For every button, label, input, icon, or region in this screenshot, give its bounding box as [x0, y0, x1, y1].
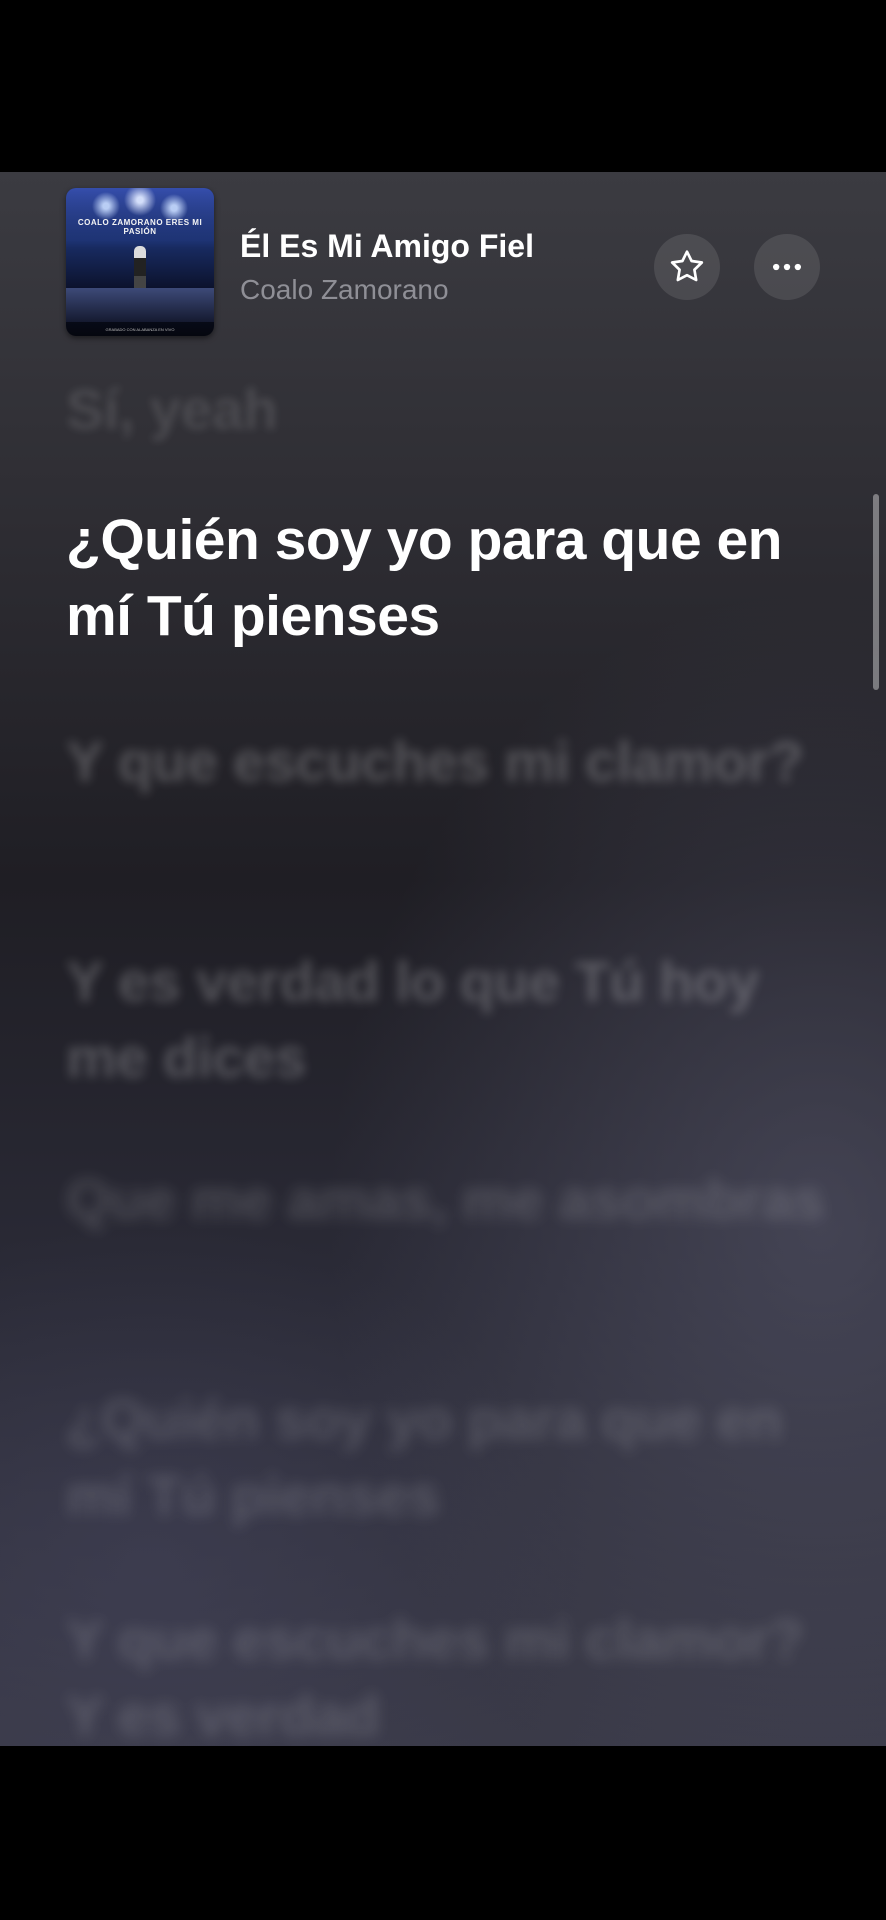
album-art-stage	[66, 288, 214, 322]
favorite-button[interactable]	[654, 234, 720, 300]
lyrics-scrollbar[interactable]	[873, 494, 879, 690]
album-art-title: COALO ZAMORANO ERES MI PASIÓN	[77, 218, 203, 236]
star-outline-icon	[670, 250, 704, 282]
lyrics-screen: COALO ZAMORANO ERES MI PASIÓN GRABADO CO…	[0, 172, 886, 1746]
song-artist[interactable]: Coalo Zamorano	[240, 274, 449, 306]
lyric-line-upcoming-3[interactable]: Que me amas, me asombras	[66, 1162, 846, 1238]
lyric-line-upcoming-4[interactable]: ¿Quién soy yo para que en mí Tú pienses	[66, 1382, 846, 1534]
letterbox-top	[0, 0, 886, 172]
album-art-footer: GRABADO CON ALABANZA EN VIVO	[105, 327, 175, 332]
lyric-line-upcoming-5[interactable]: Y que escuches mi clamor? Y es verdad	[66, 1602, 846, 1746]
lyric-line-upcoming-2[interactable]: Y es verdad lo que Tú hoy me dices	[66, 944, 846, 1096]
letterbox-bottom	[0, 1746, 886, 1920]
lyric-line-current[interactable]: ¿Quién soy yo para que en mí Tú pienses	[66, 502, 846, 654]
ellipsis-icon	[773, 263, 801, 271]
album-artwork[interactable]: COALO ZAMORANO ERES MI PASIÓN GRABADO CO…	[66, 188, 214, 336]
more-options-button[interactable]	[754, 234, 820, 300]
lyric-line-previous[interactable]: Sí, yeah	[66, 372, 846, 448]
song-title[interactable]: Él Es Mi Amigo Fiel	[240, 228, 534, 265]
lyric-line-upcoming-1[interactable]: Y que escuches mi clamor?	[66, 724, 846, 800]
album-art-performer	[134, 246, 146, 292]
now-playing-header: COALO ZAMORANO ERES MI PASIÓN GRABADO CO…	[0, 172, 886, 342]
